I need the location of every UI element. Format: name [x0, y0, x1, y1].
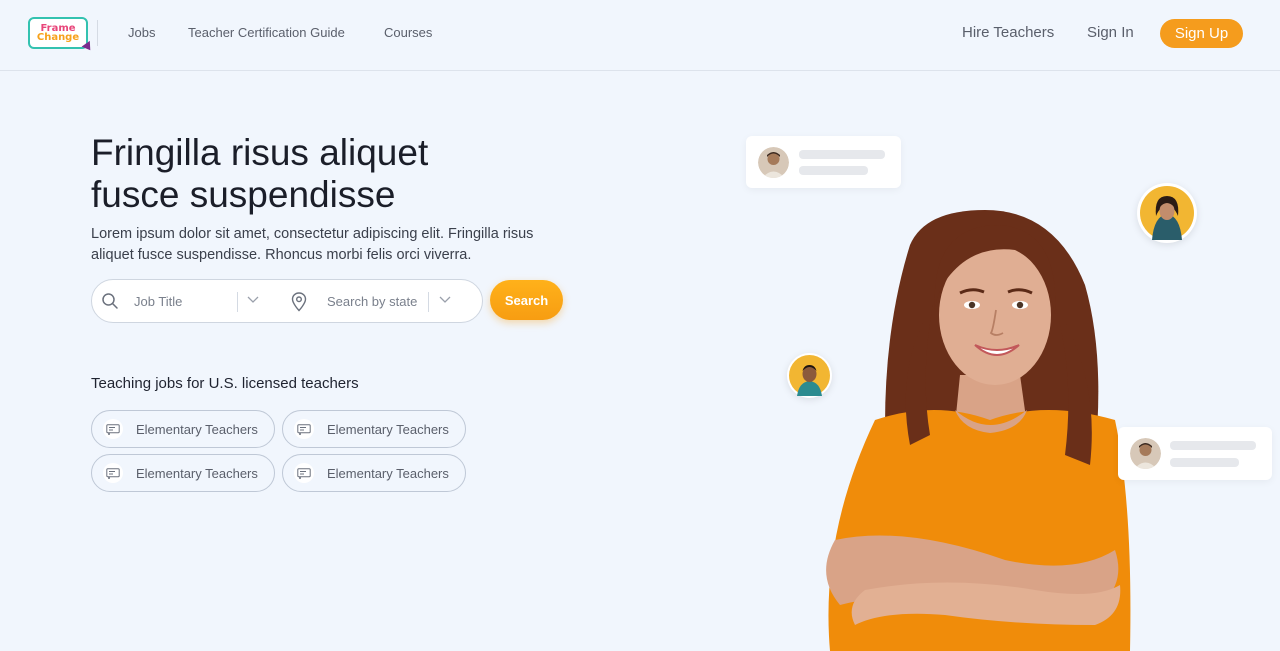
nav-teacher-certification-guide[interactable]: Teacher Certification Guide	[188, 25, 345, 40]
job-category-chip[interactable]: Elementary Teachers	[282, 410, 466, 448]
avatar	[758, 147, 789, 178]
job-search-bar: Job Title Search by state	[91, 279, 483, 323]
chip-label: Elementary Teachers	[327, 422, 449, 437]
certificate-icon	[103, 419, 123, 439]
search-icon	[102, 293, 118, 309]
chevron-down-icon[interactable]	[439, 296, 451, 304]
hero-title-line1: Fringilla risus aliquet	[91, 132, 429, 173]
avatar	[1130, 438, 1161, 469]
chip-label: Elementary Teachers	[136, 466, 258, 481]
chip-label: Elementary Teachers	[136, 422, 258, 437]
certificate-icon	[294, 463, 314, 483]
certificate-icon	[103, 463, 123, 483]
chip-label: Elementary Teachers	[327, 466, 449, 481]
skeleton-line	[1170, 441, 1256, 450]
skeleton-line	[799, 150, 885, 159]
logo-text-line2: Change	[36, 32, 80, 43]
divider	[97, 20, 98, 46]
sign-up-button[interactable]: Sign Up	[1160, 19, 1243, 48]
skeleton-line	[1170, 458, 1239, 467]
nav-jobs[interactable]: Jobs	[128, 25, 155, 40]
nav-courses[interactable]: Courses	[384, 25, 432, 40]
top-nav: Frame Change Jobs Teacher Certification …	[0, 0, 1280, 71]
avatar	[1137, 183, 1197, 243]
jobs-heading: Teaching jobs for U.S. licensed teachers	[91, 375, 359, 392]
profile-card-placeholder	[1118, 427, 1272, 480]
divider	[428, 292, 429, 312]
job-category-chip[interactable]: Elementary Teachers	[282, 454, 466, 492]
hero-title: Fringilla risus aliquet fusce suspendiss…	[91, 132, 611, 216]
avatar-photo	[1140, 186, 1194, 240]
chevron-down-icon[interactable]	[247, 296, 259, 304]
job-category-chip[interactable]: Elementary Teachers	[91, 410, 275, 448]
logo[interactable]: Frame Change	[28, 17, 88, 49]
sign-in-link[interactable]: Sign In	[1087, 24, 1134, 41]
divider	[237, 292, 238, 312]
profile-card-placeholder	[746, 136, 901, 188]
hero-subtitle: Lorem ipsum dolor sit amet, consectetur …	[91, 226, 534, 263]
hero-woman-image	[826, 210, 1131, 651]
location-pin-icon	[291, 292, 307, 312]
search-button[interactable]: Search	[490, 280, 563, 320]
skeleton-line	[799, 166, 868, 175]
hero-title-line2: fusce suspendisse	[91, 174, 396, 215]
certificate-icon	[294, 419, 314, 439]
hire-teachers-link[interactable]: Hire Teachers	[962, 24, 1054, 41]
job-category-chip[interactable]: Elementary Teachers	[91, 454, 275, 492]
state-search-input[interactable]: Search by state	[327, 294, 417, 309]
job-title-input[interactable]: Job Title	[134, 294, 182, 309]
